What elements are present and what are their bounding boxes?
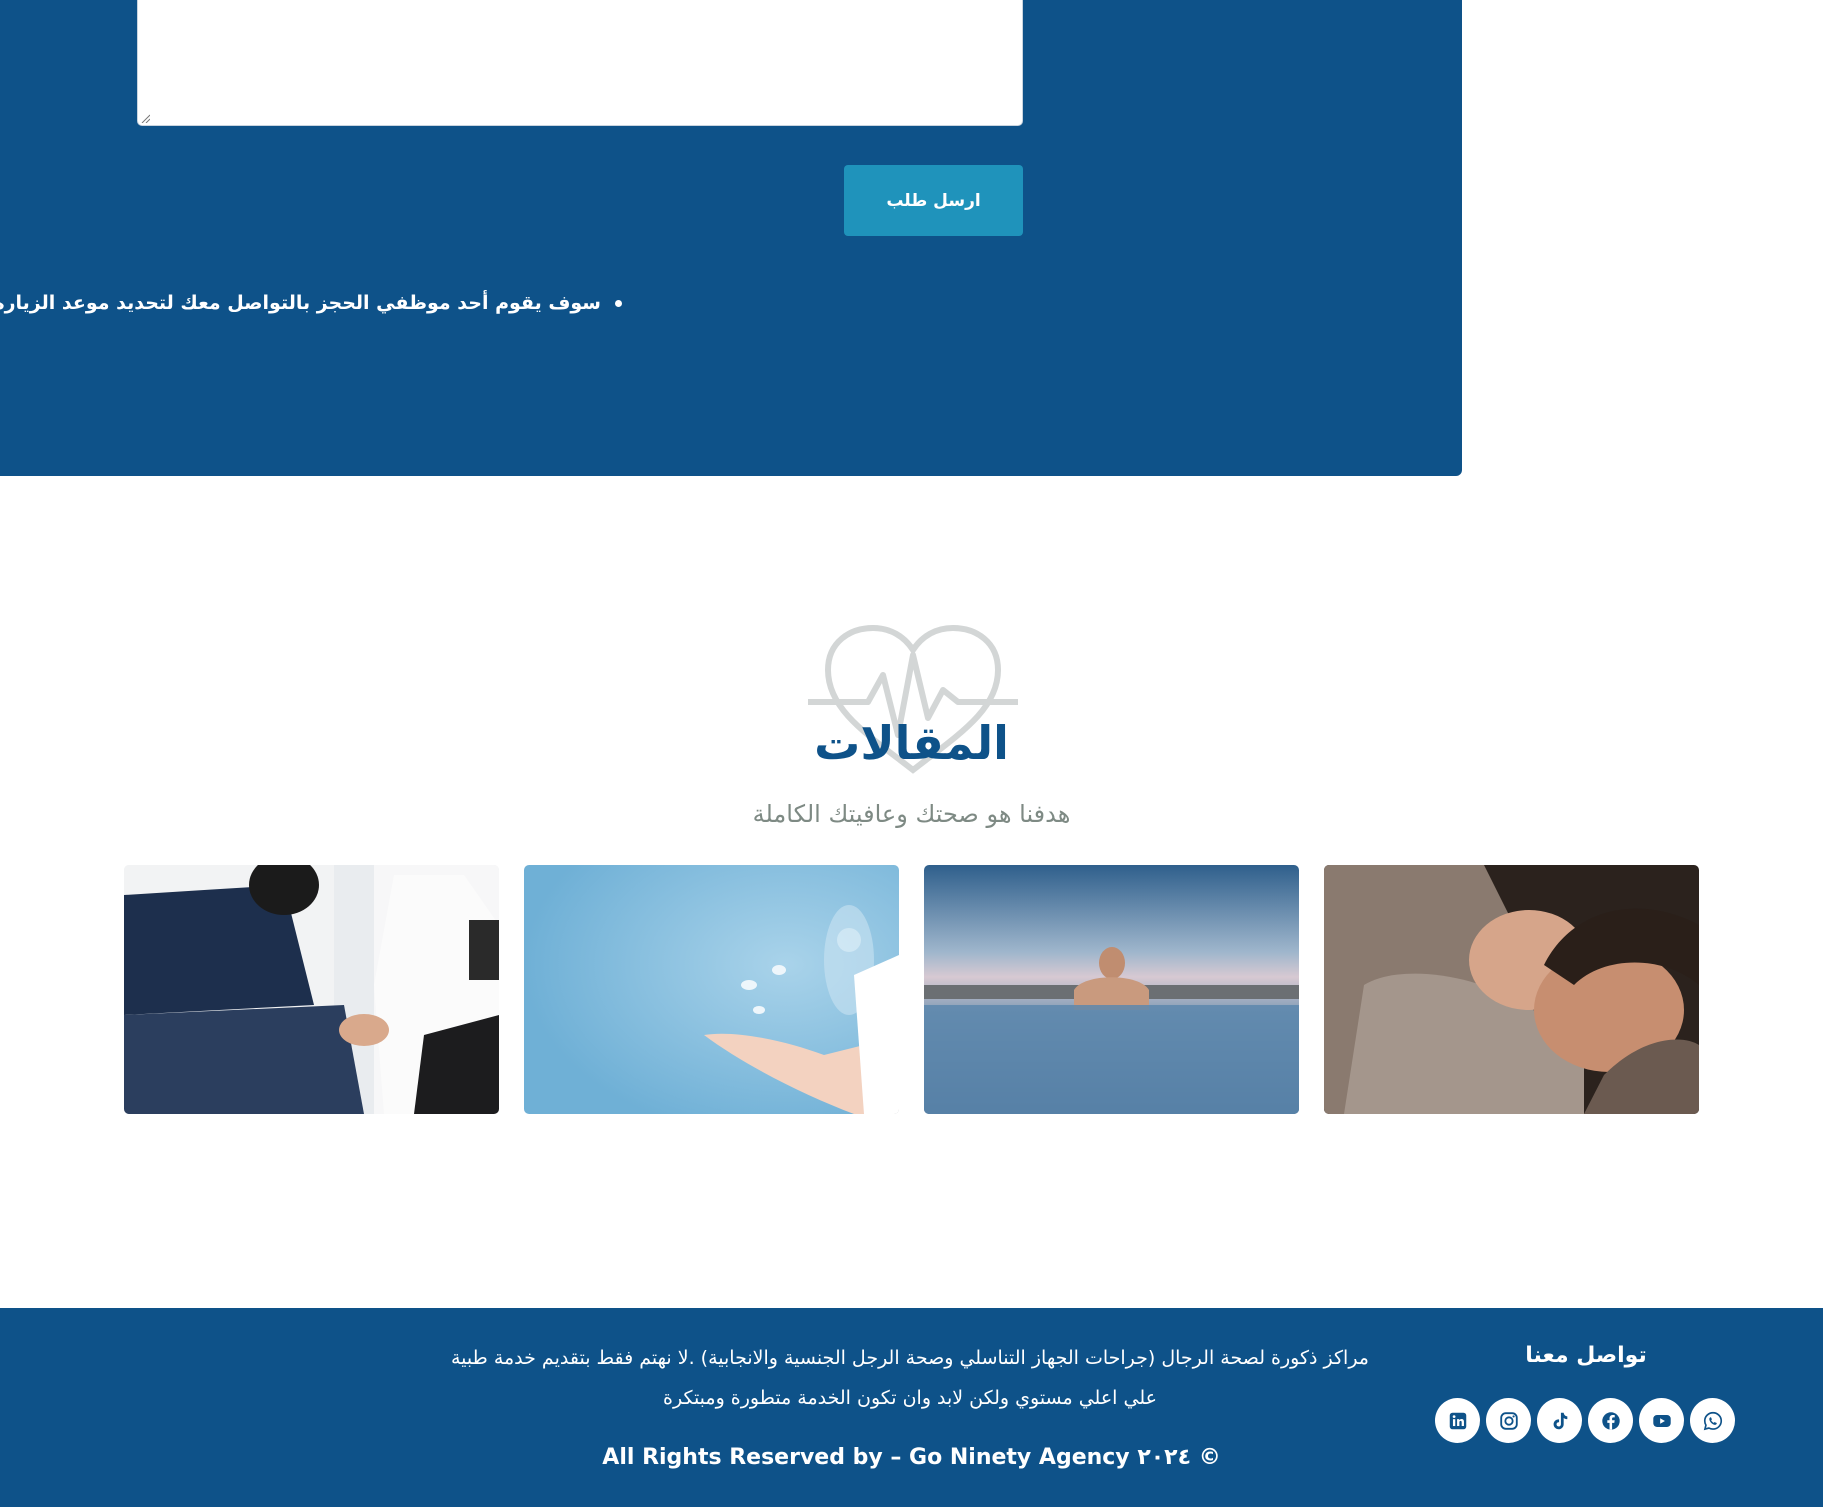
instagram-icon[interactable] bbox=[1486, 1398, 1531, 1443]
whatsapp-icon[interactable] bbox=[1690, 1398, 1735, 1443]
footer-about-text: مراكز ذكورة لصحة الرجال (جراحات الجهاز ا… bbox=[451, 1347, 1369, 1409]
booking-note-text: سوف يقوم أحد موظفي الحجز بالتواصل معك لت… bbox=[0, 292, 601, 314]
articles-carousel bbox=[124, 865, 1699, 1114]
bullet-icon bbox=[615, 299, 622, 307]
article-card[interactable] bbox=[124, 865, 499, 1114]
facebook-icon[interactable] bbox=[1588, 1398, 1633, 1443]
social-links bbox=[1435, 1398, 1735, 1443]
footer: تواصل معنا مراكز ذكورة لصحة الرجال (جراح… bbox=[0, 1308, 1823, 1507]
articles-title: المقالات bbox=[814, 716, 1009, 770]
article-card[interactable] bbox=[924, 865, 1299, 1114]
article-card[interactable] bbox=[524, 865, 899, 1114]
tiktok-icon[interactable] bbox=[1537, 1398, 1582, 1443]
hand-with-sperm-photo bbox=[524, 865, 899, 1114]
youtube-icon[interactable] bbox=[1639, 1398, 1684, 1443]
booking-note: سوف يقوم أحد موظفي الحجز بالتواصل معك لت… bbox=[0, 292, 622, 314]
send-request-button[interactable]: ارسل طلب bbox=[844, 165, 1023, 236]
article-card[interactable] bbox=[1324, 865, 1699, 1114]
message-textarea[interactable] bbox=[137, 0, 1023, 126]
patient-with-doctor-photo bbox=[124, 865, 499, 1114]
linkedin-icon[interactable] bbox=[1435, 1398, 1480, 1443]
contact-title: تواصل معنا bbox=[1525, 1343, 1647, 1368]
copyright-text: All Rights Reserved by – Go Ninety Agenc… bbox=[602, 1445, 1221, 1470]
booking-section: ارسل طلب سوف يقوم أحد موظفي الحجز بالتوا… bbox=[0, 0, 1462, 476]
articles-subtitle: هدفنا هو صحتك وعافيتك الكاملة bbox=[752, 800, 1071, 828]
resize-grip-icon[interactable] bbox=[140, 113, 150, 123]
man-in-water-photo bbox=[924, 865, 1299, 1114]
father-with-newborn-photo bbox=[1324, 865, 1699, 1114]
